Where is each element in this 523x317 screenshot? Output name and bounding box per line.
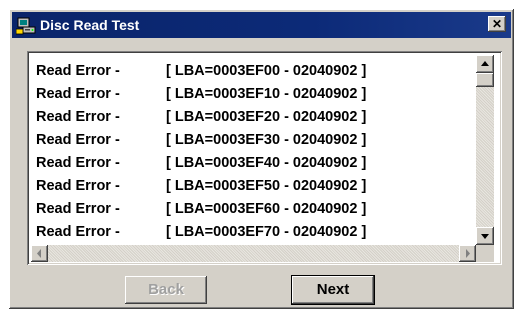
window-title: Disc Read Test: [40, 17, 140, 33]
error-detail: [ LBA=0003EF60 - 02040902 ]: [166, 201, 367, 217]
arrow-up-icon: [481, 61, 489, 66]
error-label: Read Error -: [36, 155, 120, 171]
list-item[interactable]: Read Error - [ LBA=0003EF20 - 02040902 ]: [36, 106, 472, 129]
error-label: Read Error -: [36, 86, 120, 102]
scroll-down-button[interactable]: [476, 227, 494, 245]
next-button[interactable]: Next: [292, 276, 374, 304]
error-label: Read Error -: [36, 178, 120, 194]
error-detail: [ LBA=0003EF10 - 02040902 ]: [166, 86, 367, 102]
error-log-listbox[interactable]: Read Error -[ LBA=0003EF00 - 02040902 ] R…: [27, 51, 502, 265]
title-bar[interactable]: Disc Read Test ✕: [12, 12, 511, 38]
error-detail: [ LBA=0003EF70 - 02040902 ]: [166, 224, 367, 240]
vertical-scrollbar[interactable]: [476, 55, 494, 245]
close-button[interactable]: ✕: [488, 16, 506, 32]
scroll-right-button[interactable]: [459, 245, 476, 262]
error-detail: [ LBA=0003EF20 - 02040902 ]: [166, 109, 367, 125]
error-detail: [ LBA=0003EF40 - 02040902 ]: [166, 155, 367, 171]
close-icon: ✕: [491, 17, 503, 31]
list-item[interactable]: Read Error - [ LBA=0003EF30 - 02040902 ]: [36, 129, 472, 152]
scrollbar-corner: [476, 245, 494, 262]
error-label: Read Error -: [36, 132, 120, 148]
arrow-left-icon: [37, 249, 41, 258]
error-log-content: Read Error -[ LBA=0003EF00 - 02040902 ] R…: [36, 60, 472, 244]
error-detail: [ LBA=0003EF00 - 02040902 ]: [166, 63, 367, 79]
error-label: Read Error -: [36, 224, 120, 240]
list-item[interactable]: Read Error - [ LBA=0003EF50 - 02040902 ]: [36, 175, 472, 198]
arrow-right-icon: [466, 249, 470, 258]
list-item[interactable]: Read Error - [ LBA=0003EF60 - 02040902 ]: [36, 198, 472, 221]
arrow-down-icon: [481, 234, 489, 239]
scroll-left-button[interactable]: [31, 245, 48, 262]
list-item[interactable]: Read Error - [ LBA=0003EF70 - 02040902 ]: [36, 221, 472, 244]
horizontal-scrollbar[interactable]: [31, 245, 476, 262]
list-item[interactable]: Read Error - [ LBA=0003EF10 - 02040902 ]: [36, 83, 472, 106]
error-label: Read Error -: [36, 63, 120, 79]
error-label: Read Error -: [36, 109, 120, 125]
list-item[interactable]: Read Error - [ LBA=0003EF00 - 02040902 ]: [36, 60, 472, 83]
list-item[interactable]: Read Error - [ LBA=0003EF40 - 02040902 ]: [36, 152, 472, 175]
error-label: Read Error -: [36, 201, 120, 217]
error-detail: [ LBA=0003EF50 - 02040902 ]: [166, 178, 367, 194]
back-button[interactable]: Back: [125, 276, 207, 304]
error-detail: [ LBA=0003EF30 - 02040902 ]: [166, 132, 367, 148]
scroll-up-button[interactable]: [476, 55, 494, 73]
vertical-scroll-thumb[interactable]: [476, 73, 494, 87]
dialog-window: Disc Read Test ✕ Read Error - [ LBA=0003E…: [9, 9, 514, 309]
disc-drive-icon: [15, 15, 36, 35]
